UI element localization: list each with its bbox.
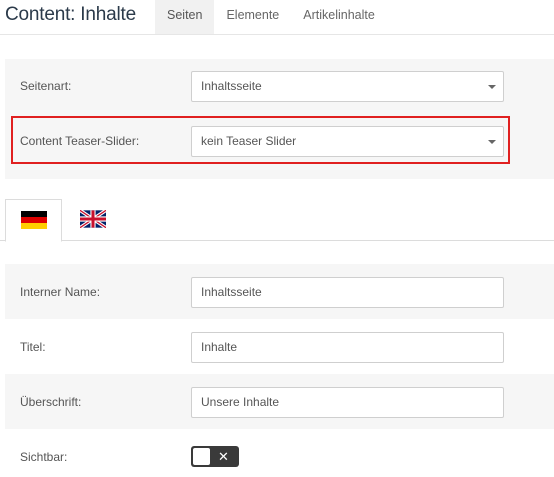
- sichtbar-label: Sichtbar:: [20, 450, 68, 464]
- highlight-box: [11, 116, 510, 164]
- seitenart-row: Seitenart: Inhaltsseite: [5, 59, 554, 114]
- language-tab-de[interactable]: [5, 199, 62, 242]
- language-tab-en[interactable]: [62, 199, 119, 241]
- ueberschrift-input[interactable]: Unsere Inhalte: [191, 387, 504, 418]
- page-title: Content: Inhalte: [5, 4, 136, 25]
- page-header: Content: Inhalte Seiten Elemente Artikel…: [0, 0, 554, 35]
- interner-name-input[interactable]: Inhaltsseite: [191, 277, 504, 308]
- titel-input[interactable]: Inhalte: [191, 332, 504, 363]
- de-flag-icon: [21, 211, 47, 229]
- titel-row: Titel: Inhalte: [5, 319, 554, 374]
- close-icon: ✕: [218, 449, 229, 464]
- interner-name-row: Interner Name: Inhaltsseite: [5, 264, 554, 319]
- sichtbar-row: Sichtbar:: [5, 429, 554, 477]
- top-tabs: Seiten Elemente Artikelinhalte: [155, 0, 387, 34]
- sichtbar-toggle[interactable]: ✕: [191, 446, 239, 467]
- seitenart-label: Seitenart:: [20, 79, 72, 93]
- titel-label: Titel:: [20, 340, 46, 354]
- ueberschrift-row: Überschrift: Unsere Inhalte: [5, 374, 554, 429]
- tab-seiten[interactable]: Seiten: [155, 0, 215, 34]
- chevron-down-icon: [488, 85, 496, 89]
- toggle-knob: [193, 448, 210, 465]
- ueberschrift-label: Überschrift:: [20, 395, 82, 409]
- language-tabs: [0, 199, 554, 242]
- interner-name-label: Interner Name:: [20, 285, 101, 299]
- seitenart-value: Inhaltsseite: [201, 79, 262, 93]
- tab-artikelinhalte[interactable]: Artikelinhalte: [291, 0, 387, 34]
- seitenart-select[interactable]: Inhaltsseite: [191, 71, 504, 102]
- tab-elemente[interactable]: Elemente: [214, 0, 291, 34]
- uk-flag-icon: [80, 210, 106, 228]
